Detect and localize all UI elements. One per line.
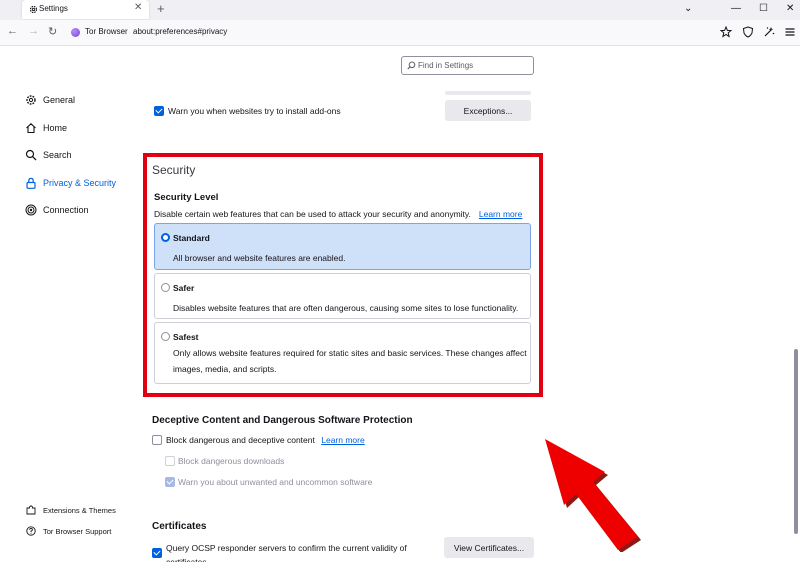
sidebar-item-home[interactable]: Home [25,120,67,136]
safer-description: Disables website features that are often… [173,303,519,313]
tab-settings[interactable]: Settings ✕ [22,0,149,19]
sidebar-item-search[interactable]: Search [25,147,72,163]
safest-label: Safest [173,332,199,342]
security-desc-text: Disable certain web features that can be… [154,209,471,219]
tab-strip: Settings ✕ + ⌄ — ☐ ✕ [0,0,800,20]
reload-button[interactable]: ↻ [48,25,57,38]
forward-button[interactable]: → [28,25,39,37]
sidebar-item-general[interactable]: General [25,92,75,108]
new-tab-button[interactable]: + [157,1,165,16]
search-input[interactable] [418,59,528,72]
bookmark-star-icon[interactable] [720,26,732,38]
sidebar-tor-browser-support[interactable]: Tor Browser Support [26,524,111,538]
unwanted-software-checkbox[interactable] [165,477,175,487]
identity-label: Tor Browser [85,27,128,36]
shield-icon[interactable] [742,26,754,38]
safest-description: Only allows website features required fo… [173,348,527,374]
new-identity-icon[interactable] [763,26,775,38]
tab-close-button[interactable]: ✕ [134,2,142,13]
deceptive-content-title: Deceptive Content and Dangerous Software… [152,415,413,426]
sidebar-item-label: Connection [43,205,89,215]
sidebar-foot-label: Extensions & Themes [43,505,116,515]
addons-warning-checkbox[interactable] [154,106,164,116]
block-downloads-label: Block dangerous downloads [178,456,285,466]
maximize-button[interactable]: ☐ [759,3,768,14]
navigation-toolbar: ← → ↻ Tor Browser about:preferences#priv… [0,20,800,46]
red-arrow-annotation [545,439,641,552]
back-button[interactable]: ← [7,25,18,37]
puzzle-icon [26,505,36,515]
block-deceptive-label: Block dangerous and deceptive content Le… [166,435,365,445]
safer-label: Safer [173,283,195,293]
sidebar-foot-label: Tor Browser Support [43,526,112,536]
security-level-standard[interactable]: Standard All browser and website feature… [154,223,531,270]
sidebar-item-label: General [43,95,76,105]
preferences-page: General Home Search Privacy & Security C… [0,46,800,562]
search-icon [25,149,37,161]
security-level-safer[interactable]: Safer Disables website features that are… [154,273,531,319]
security-level-title: Security Level [154,192,219,203]
sidebar-item-privacy-security[interactable]: Privacy & Security [25,175,116,191]
unwanted-software-label: Warn you about unwanted and uncommon sof… [178,477,373,487]
block-deceptive-text: Block dangerous and deceptive content [166,435,315,445]
help-icon [26,526,36,536]
standard-label: Standard [173,233,210,243]
standard-radio[interactable] [161,233,170,242]
gear-icon [29,5,38,14]
safest-radio[interactable] [161,332,170,341]
window-close-button[interactable]: ✕ [786,3,794,14]
addons-warning-label: Warn you when websites try to install ad… [168,106,341,116]
security-level-description: Disable certain web features that can be… [154,209,522,219]
menu-icon[interactable] [784,26,796,38]
url-text[interactable]: about:preferences#privacy [133,27,227,36]
security-title: Security [152,163,196,177]
ocsp-checkbox[interactable] [152,548,162,558]
tab-title: Settings [39,4,68,13]
previous-button-edge [445,91,531,95]
home-icon [26,123,36,134]
sidebar-item-label: Home [43,123,68,133]
gear-icon [26,95,36,105]
security-level-safest[interactable]: Safest Only allows website features requ… [154,322,531,384]
sidebar-item-label: Privacy & Security [43,178,117,188]
lock-icon [26,177,36,189]
block-downloads-checkbox[interactable] [165,456,175,466]
url-bar[interactable]: Tor Browser about:preferences#privacy [66,23,736,43]
safer-radio[interactable] [161,283,170,292]
identity-box[interactable]: Tor Browser [71,27,129,39]
sidebar-item-connection[interactable]: Connection [25,202,89,218]
scrollbar-thumb[interactable] [794,349,798,534]
exceptions-button[interactable]: Exceptions... [445,100,531,121]
view-certificates-button[interactable]: View Certificates... [444,537,534,558]
block-deceptive-checkbox[interactable] [152,435,162,445]
connection-icon [25,204,37,216]
find-in-settings[interactable] [401,56,534,75]
certificates-title: Certificates [152,521,207,532]
standard-description: All browser and website features are ena… [173,253,346,263]
security-learn-more-link[interactable]: Learn more [479,209,522,219]
minimize-button[interactable]: — [731,3,741,14]
ocsp-label: Query OCSP responder servers to confirm … [166,543,407,562]
tor-browser-icon [71,28,80,37]
search-icon [407,61,416,70]
sidebar-extensions-themes[interactable]: Extensions & Themes [26,503,116,517]
list-all-tabs-button[interactable]: ⌄ [684,3,692,14]
deceptive-learn-more-link[interactable]: Learn more [321,435,364,445]
sidebar-item-label: Search [43,150,72,160]
